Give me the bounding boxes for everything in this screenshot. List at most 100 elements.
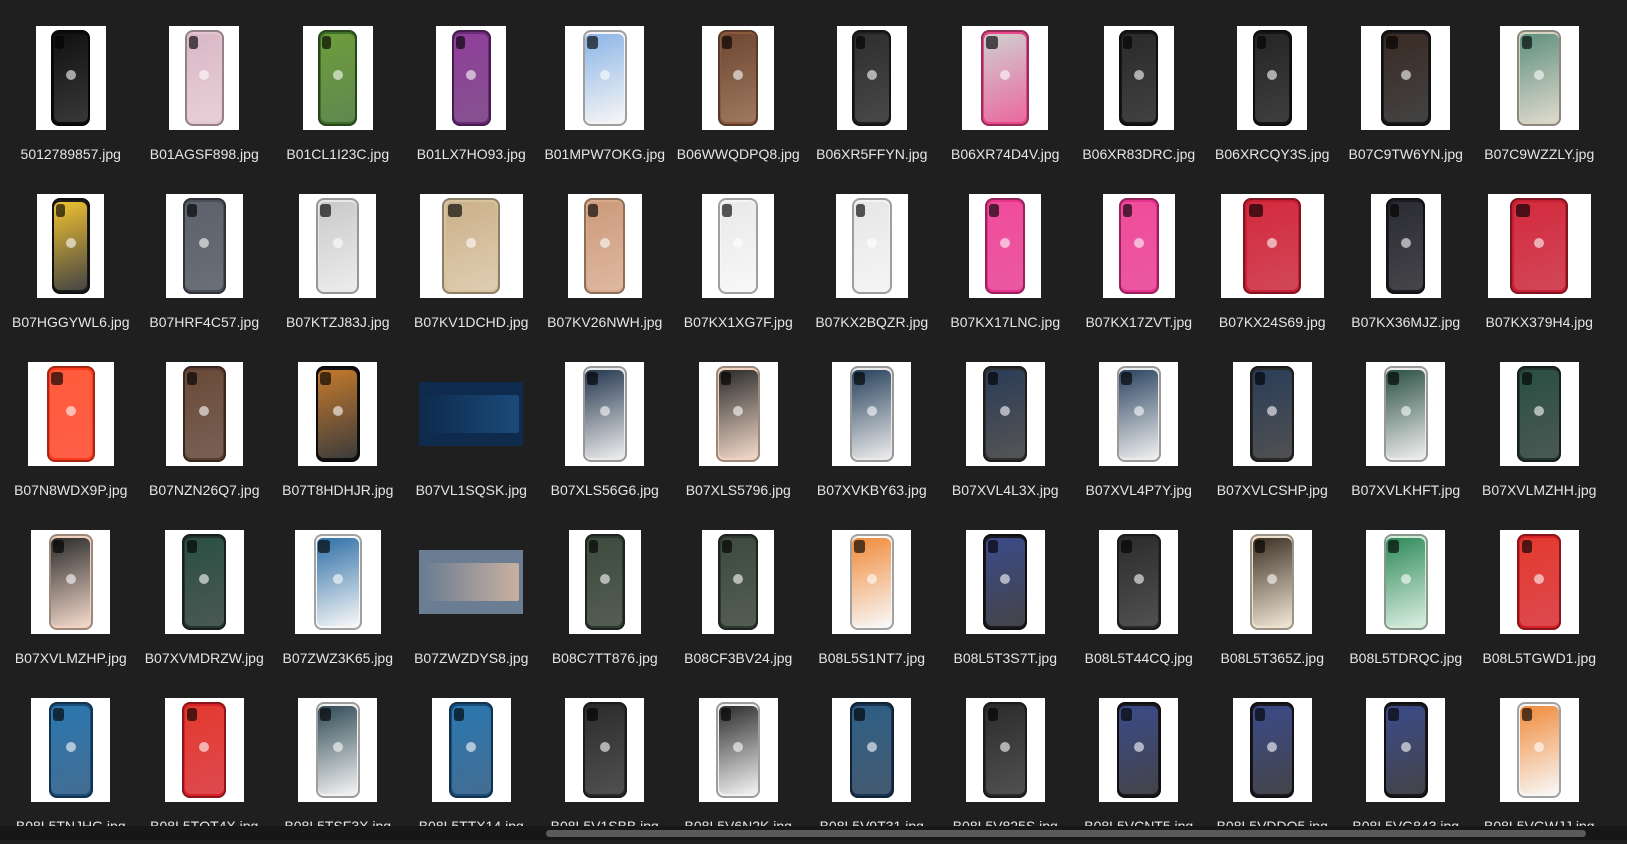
thumbnail-image[interactable] [1099,362,1179,466]
thumbnail-image[interactable] [1099,530,1179,634]
horizontal-scrollbar-thumb[interactable] [546,830,1586,837]
file-tile[interactable]: B07ZWZDYS8.jpg [405,508,539,676]
thumbnail-image[interactable] [298,362,378,466]
file-tile[interactable]: B07XVLMZHP.jpg [4,508,138,676]
thumbnail-image[interactable] [1232,698,1312,802]
file-tile[interactable]: B08L5S1NT7.jpg [805,508,939,676]
thumbnail-image[interactable] [164,530,244,634]
file-tile[interactable]: B08CF3BV24.jpg [672,508,806,676]
file-tile[interactable]: B07KTZJ83J.jpg [271,172,405,340]
file-tile[interactable]: B06XRCQY3S.jpg [1206,4,1340,172]
thumbnail-image[interactable] [1499,530,1579,634]
thumbnail-image[interactable] [1499,26,1579,130]
file-tile[interactable]: B08L5TGWD1.jpg [1473,508,1607,676]
thumbnail-image[interactable] [832,698,912,802]
file-tile[interactable]: B07KX379H4.jpg [1473,172,1607,340]
thumbnail-image[interactable] [832,530,912,634]
thumbnail-image[interactable] [1232,362,1312,466]
thumbnail-image[interactable] [1361,26,1451,130]
file-tile[interactable]: B06XR83DRC.jpg [1072,4,1206,172]
file-tile[interactable]: B01MPW7OKG.jpg [538,4,672,172]
file-tile[interactable]: B08L5TDRQC.jpg [1339,508,1473,676]
file-tile[interactable]: B01CL1I23C.jpg [271,4,405,172]
file-tile[interactable]: B07XLS56G6.jpg [538,340,672,508]
file-tile[interactable]: B07KX1XG7F.jpg [672,172,806,340]
file-tile[interactable]: B07KX36MJZ.jpg [1339,172,1473,340]
file-tile[interactable]: B07C9WZZLY.jpg [1473,4,1607,172]
thumbnail-image[interactable] [436,26,507,130]
thumbnail-image[interactable] [1370,194,1441,298]
thumbnail-image[interactable] [567,194,642,298]
file-tile[interactable]: B08L5V825S.jpg [939,676,1073,844]
file-tile[interactable]: B07XVLKHFT.jpg [1339,340,1473,508]
thumbnail-image[interactable] [419,382,524,446]
thumbnail-image[interactable] [965,530,1045,634]
thumbnail-image[interactable] [31,530,111,634]
thumbnail-image[interactable] [962,26,1049,130]
thumbnail-image[interactable] [419,550,524,614]
file-tile[interactable]: B08L5V1SBB.jpg [538,676,672,844]
thumbnail-image[interactable] [165,362,243,466]
thumbnail-image[interactable] [1102,194,1175,298]
thumbnail-image[interactable] [1366,530,1446,634]
file-tile[interactable]: B07C9TW6YN.jpg [1339,4,1473,172]
file-tile[interactable]: B06XR5FFYN.jpg [805,4,939,172]
file-tile[interactable]: B01AGSF898.jpg [138,4,272,172]
file-tile[interactable]: B08L5V9T31.jpg [805,676,939,844]
file-tile[interactable]: B07ZWZ3K65.jpg [271,508,405,676]
thumbnail-image[interactable] [298,698,378,802]
thumbnail-image[interactable] [565,26,645,130]
file-tile[interactable]: B06XR74D4V.jpg [939,4,1073,172]
thumbnail-image[interactable] [1499,698,1579,802]
thumbnail-image[interactable] [1366,698,1446,802]
file-tile[interactable]: B07XLS5796.jpg [672,340,806,508]
thumbnail-image[interactable] [698,362,778,466]
thumbnail-image[interactable] [836,26,907,130]
file-tile[interactable]: B08L5VG843.jpg [1339,676,1473,844]
file-tile[interactable]: B07KX17ZVT.jpg [1072,172,1206,340]
thumbnail-image[interactable] [1237,26,1308,130]
thumbnail-image[interactable] [565,698,645,802]
thumbnail-image[interactable] [164,698,244,802]
file-tile[interactable]: B07KV26NWH.jpg [538,172,672,340]
file-tile[interactable]: B08L5TNJHG.jpg [4,676,138,844]
thumbnail-image[interactable] [969,194,1042,298]
thumbnail-image[interactable] [698,698,778,802]
file-tile[interactable]: B07NZN26Q7.jpg [138,340,272,508]
file-tile[interactable]: B07XVL4L3X.jpg [939,340,1073,508]
thumbnail-image[interactable] [965,698,1045,802]
file-tile[interactable]: B07T8HDHJR.jpg [271,340,405,508]
horizontal-scrollbar[interactable] [0,826,1627,840]
file-tile[interactable]: B08L5TTX14.jpg [405,676,539,844]
file-tile[interactable]: B06WWQDPQ8.jpg [672,4,806,172]
thumbnail-image[interactable] [302,26,373,130]
thumbnail-image[interactable] [1232,530,1312,634]
thumbnail-image[interactable] [431,698,511,802]
file-tile[interactable]: B07KV1DCHD.jpg [405,172,539,340]
file-tile[interactable]: B07KX2BQZR.jpg [805,172,939,340]
thumbnail-image[interactable] [1487,194,1591,298]
file-tile[interactable]: B08L5V6N2K.jpg [672,676,806,844]
thumbnail-image[interactable] [31,698,111,802]
file-tile[interactable]: B08C7TT876.jpg [538,508,672,676]
thumbnail-image[interactable] [1103,26,1174,130]
thumbnail-image[interactable] [1499,362,1579,466]
file-tile[interactable]: B07HGGYWL6.jpg [4,172,138,340]
thumbnail-image[interactable] [702,530,775,634]
file-tile[interactable]: B07XVMDRZW.jpg [138,508,272,676]
thumbnail-image[interactable] [27,362,114,466]
file-tile[interactable]: B07XVL4P7Y.jpg [1072,340,1206,508]
thumbnail-image[interactable] [165,194,243,298]
file-tile[interactable]: B08L5T44CQ.jpg [1072,508,1206,676]
file-tile[interactable]: B07XVLMZHH.jpg [1473,340,1607,508]
thumbnail-image[interactable] [832,362,912,466]
thumbnail-image[interactable] [299,194,377,298]
file-tile[interactable]: B08L5T365Z.jpg [1206,508,1340,676]
file-tile[interactable]: B08L5T3S7T.jpg [939,508,1073,676]
thumbnail-image[interactable] [568,530,641,634]
thumbnail-image[interactable] [1220,194,1324,298]
file-tile[interactable]: B07KX17LNC.jpg [939,172,1073,340]
file-tile[interactable]: B07HRF4C57.jpg [138,172,272,340]
file-tile[interactable]: B08L5VCNT5.jpg [1072,676,1206,844]
file-tile[interactable]: B07XVKBY63.jpg [805,340,939,508]
